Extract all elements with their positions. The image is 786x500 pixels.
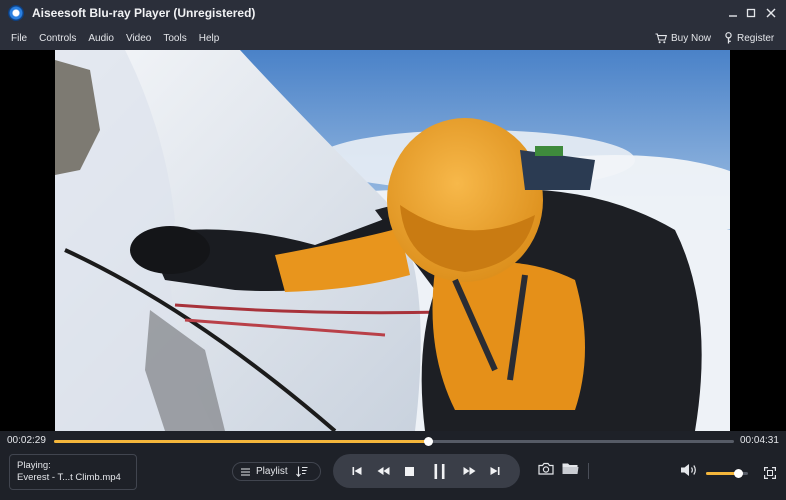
divider: [588, 463, 589, 479]
buy-now-label: Buy Now: [671, 32, 712, 44]
speaker-icon: [681, 464, 696, 476]
maximize-icon: [746, 8, 756, 18]
video-frame[interactable]: [55, 50, 730, 431]
menu-video[interactable]: Video: [120, 26, 157, 50]
stop-icon: [404, 466, 414, 476]
menu-audio[interactable]: Audio: [82, 26, 120, 50]
fullscreen-button[interactable]: [764, 466, 776, 484]
now-playing-label: Playing:: [17, 460, 51, 471]
current-time: 00:02:29: [7, 435, 46, 446]
mute-button[interactable]: [680, 463, 698, 482]
list-icon: [241, 468, 250, 475]
close-button[interactable]: [760, 0, 782, 26]
transport-controls: [333, 454, 520, 488]
pause-button[interactable]: [428, 454, 450, 488]
skip-next-button[interactable]: [486, 454, 504, 488]
blu-ray-disc-icon: [8, 5, 24, 21]
folder-icon: [562, 463, 579, 474]
volume-slider-fill: [706, 472, 738, 475]
control-bar: Playing: Everest - T...t Climb.mp4 Playl…: [0, 451, 786, 500]
rewind-icon: [377, 467, 389, 475]
fast-forward-icon: [463, 467, 475, 475]
menu-controls[interactable]: Controls: [33, 26, 82, 50]
playlist-label: Playlist: [256, 466, 288, 477]
window-title: Aiseesoft Blu-ray Player (Unregistered): [32, 6, 256, 20]
seek-bar-fill: [54, 440, 428, 443]
menu-bar: File Controls Audio Video Tools Help Buy…: [0, 26, 786, 50]
maximize-button[interactable]: [740, 0, 762, 26]
total-time: 00:04:31: [740, 435, 779, 446]
volume-slider-handle[interactable]: [733, 469, 743, 478]
minimize-icon: [729, 15, 737, 17]
fullscreen-icon: [764, 467, 776, 479]
key-icon: [725, 32, 732, 44]
skip-previous-icon: [352, 467, 362, 475]
volume-slider[interactable]: [706, 469, 748, 478]
video-area[interactable]: [0, 50, 786, 431]
playlist-button[interactable]: Playlist: [232, 462, 321, 481]
rewind-button[interactable]: [373, 454, 393, 488]
close-icon: [766, 8, 776, 18]
seek-bar-handle[interactable]: [424, 437, 433, 446]
menu-help[interactable]: Help: [193, 26, 226, 50]
skip-previous-button[interactable]: [348, 454, 366, 488]
sort-icon[interactable]: [295, 466, 308, 477]
camera-icon: [538, 462, 554, 475]
video-scene-image: [55, 50, 730, 431]
open-file-button[interactable]: [562, 462, 579, 480]
stop-button[interactable]: [400, 454, 418, 488]
progress-row: 00:02:29 00:04:31: [0, 431, 786, 451]
seek-bar[interactable]: [54, 437, 734, 446]
register-label: Register: [737, 32, 775, 44]
now-playing-box: Playing: Everest - T...t Climb.mp4: [9, 454, 137, 490]
buy-now-button[interactable]: Buy Now: [655, 26, 711, 50]
snapshot-button[interactable]: [538, 462, 554, 480]
pause-icon: [434, 463, 444, 479]
cart-icon: [655, 32, 667, 43]
skip-next-icon: [490, 467, 500, 475]
now-playing-file: Everest - T...t Climb.mp4: [17, 472, 121, 483]
fast-forward-button[interactable]: [459, 454, 479, 488]
menu-file[interactable]: File: [5, 26, 33, 50]
menu-tools[interactable]: Tools: [157, 26, 192, 50]
title-bar: Aiseesoft Blu-ray Player (Unregistered): [0, 0, 786, 26]
register-button[interactable]: Register: [724, 26, 774, 50]
